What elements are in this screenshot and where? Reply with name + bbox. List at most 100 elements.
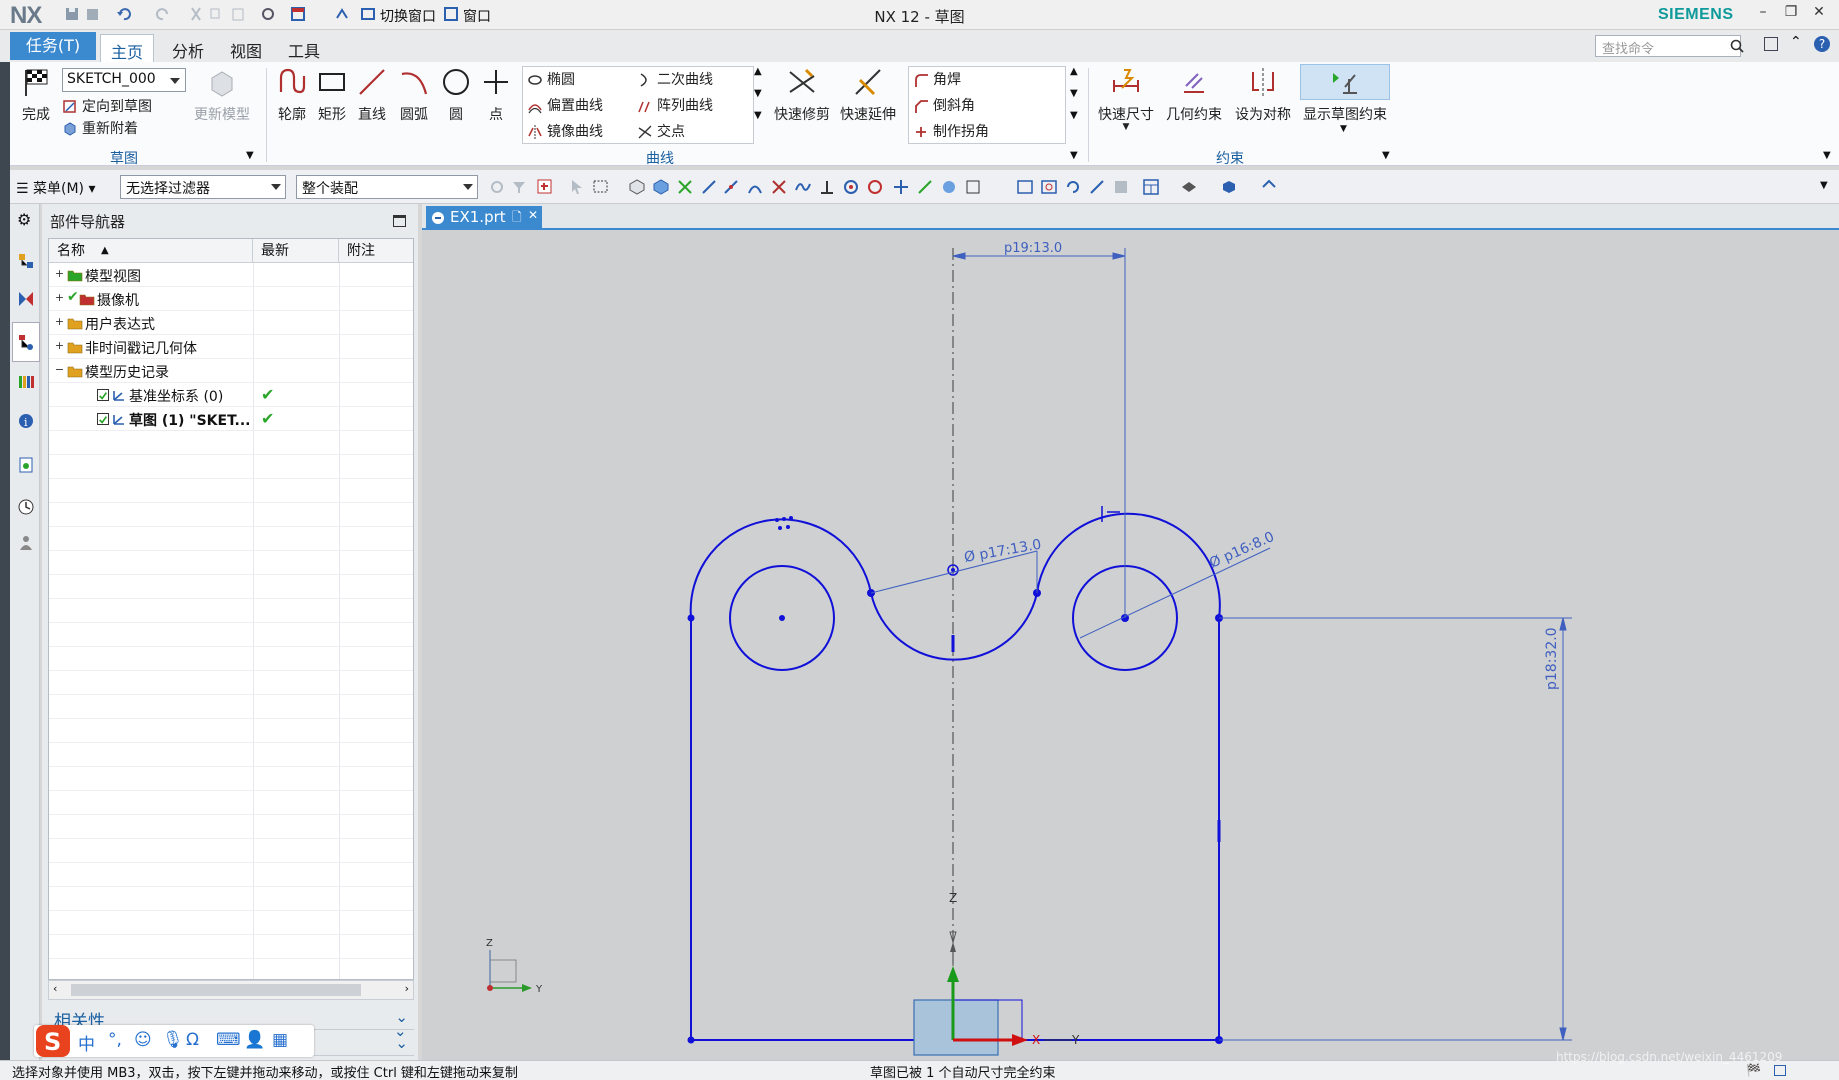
minimize-button[interactable]: –: [1752, 4, 1774, 24]
tab-tools[interactable]: 工具: [278, 34, 330, 62]
tab-task[interactable]: 任务(T): [10, 32, 96, 60]
sketch-name-select[interactable]: SKETCH_000: [62, 68, 186, 92]
fillet-button[interactable]: 角焊: [913, 69, 961, 91]
endpoint-icon[interactable]: [700, 178, 718, 196]
curve-snap-icon[interactable]: [794, 178, 812, 196]
symbol-icon[interactable]: Ω: [186, 1030, 199, 1050]
tree-row[interactable]: + 非时间戳记几何体: [49, 335, 413, 359]
restore-button[interactable]: ❐: [1780, 4, 1802, 24]
expand-toggle[interactable]: −: [54, 364, 65, 376]
emoji-icon[interactable]: ☺: [134, 1030, 152, 1050]
chamfer-button[interactable]: 倒斜角: [913, 95, 975, 117]
view-fit-icon[interactable]: [1016, 178, 1034, 196]
gallery-expand-icon[interactable]: ▼: [754, 110, 762, 121]
info-icon[interactable]: i: [17, 412, 35, 430]
quadrant-icon[interactable]: [866, 178, 884, 196]
point[interactable]: [779, 615, 785, 621]
selection-scope-select[interactable]: 整个装配: [296, 175, 478, 199]
make-corner-button[interactable]: 制作拐角: [913, 121, 989, 143]
sogou-logo-icon[interactable]: S: [34, 1023, 72, 1059]
offset-curve-button[interactable]: 偏置曲线: [527, 95, 603, 117]
collapse-ribbon-icon[interactable]: ⌃: [1790, 34, 1802, 50]
rendering-style-icon[interactable]: [1180, 178, 1198, 196]
ribbon-options-icon[interactable]: [1764, 37, 1778, 51]
snap-icon[interactable]: [676, 178, 694, 196]
point-on-face-icon[interactable]: [940, 178, 958, 196]
dimension-p16[interactable]: [1079, 547, 1271, 639]
window-icon[interactable]: [443, 6, 459, 22]
type-filter-select[interactable]: 无选择过滤器: [120, 175, 286, 199]
conic-button[interactable]: 二次曲线: [637, 69, 713, 91]
perpendicular-icon[interactable]: [818, 178, 836, 196]
cut-icon[interactable]: [188, 6, 204, 22]
line-button[interactable]: 直线: [352, 66, 392, 124]
intersection-point-button[interactable]: 交点: [637, 121, 685, 143]
point[interactable]: [687, 614, 695, 622]
shaded-icon[interactable]: [1220, 178, 1238, 196]
undo-icon[interactable]: [116, 6, 132, 22]
update-model-button[interactable]: 更新模型: [190, 66, 254, 124]
add-selection-icon[interactable]: [536, 178, 554, 196]
orient-view-icon[interactable]: [1112, 178, 1130, 196]
tree-row[interactable]: + ✔ 摄像机: [49, 287, 413, 311]
cursor-icon[interactable]: [568, 178, 586, 196]
arc-button[interactable]: 圆弧: [392, 66, 436, 124]
profile-button[interactable]: 轮廓: [272, 66, 312, 124]
chevron-down-icon[interactable]: ▼: [1340, 124, 1347, 134]
web-browser-icon[interactable]: [17, 456, 35, 474]
sketch-profile[interactable]: [689, 512, 1221, 1041]
rectangle-select-icon[interactable]: [592, 178, 610, 196]
point-button[interactable]: 点: [476, 66, 516, 124]
role-icon[interactable]: [17, 534, 35, 552]
filter-icon[interactable]: [510, 178, 528, 196]
dimension-p18[interactable]: [1219, 617, 1572, 1041]
tree-row[interactable]: 基准坐标系 (0) ✔: [49, 383, 413, 407]
select-face-icon[interactable]: [628, 178, 646, 196]
menu-button[interactable]: ☰ 菜单(M) ▾: [16, 178, 96, 198]
constraint-navigator-icon[interactable]: [17, 290, 35, 308]
dimension-p16-label[interactable]: Ø p16:8.0: [1207, 529, 1277, 572]
switch-window-icon[interactable]: [360, 6, 376, 22]
gallery-down-icon[interactable]: ▼: [754, 88, 762, 99]
scroll-right-icon[interactable]: ›: [405, 982, 409, 995]
command-search-input[interactable]: 查找命令: [1595, 35, 1741, 57]
rectangle-button[interactable]: 矩形: [312, 66, 352, 124]
rotate-icon[interactable]: [1064, 178, 1082, 196]
pan-icon[interactable]: [1088, 178, 1106, 196]
edit-section-icon[interactable]: [1260, 178, 1278, 196]
ime-mode[interactable]: 中: [78, 1030, 95, 1055]
visibility-checkbox[interactable]: [97, 389, 109, 401]
midpoint-icon[interactable]: [722, 178, 740, 196]
part-navigator-icon[interactable]: [12, 322, 40, 362]
ribbon-options-icon[interactable]: ▼: [1823, 150, 1831, 161]
rapid-dimension-button[interactable]: 快速尺寸 ▼: [1096, 66, 1156, 132]
quick-extend-button[interactable]: 快速延伸: [838, 66, 898, 124]
tree-row[interactable]: + 用户表达式: [49, 311, 413, 335]
column-name[interactable]: 名称 ▲: [49, 239, 253, 263]
orient-to-sketch-button[interactable]: 定向到草图: [62, 96, 152, 118]
gear-icon[interactable]: ⚙: [17, 210, 35, 229]
copy-icon[interactable]: [208, 6, 224, 22]
toolbox-icon[interactable]: ▦: [272, 1030, 288, 1050]
reuse-library-icon[interactable]: [17, 372, 35, 390]
show-sketch-constraints-button[interactable]: [1300, 64, 1390, 100]
microphone-icon[interactable]: 🎙: [162, 1030, 184, 1050]
document-tab[interactable]: EX1.prt 🗋 ✕: [426, 206, 542, 230]
control-point-icon[interactable]: [746, 178, 764, 196]
layout-icon[interactable]: [1142, 178, 1160, 196]
window-menu-button[interactable]: 窗口: [463, 6, 491, 26]
switch-window-button[interactable]: 切换窗口: [380, 6, 436, 26]
tree-row[interactable]: 草图 (1) "SKET... ✔: [49, 407, 413, 431]
tab-analysis[interactable]: 分析: [162, 34, 214, 62]
gallery-down-icon[interactable]: ▼: [1070, 88, 1078, 99]
chevron-down-icon[interactable]: ⌄: [394, 1022, 407, 1040]
gallery-expand-icon[interactable]: ▼: [1070, 110, 1078, 121]
make-symmetric-button[interactable]: 设为对称: [1232, 66, 1294, 124]
ime-punct[interactable]: °,: [108, 1030, 122, 1050]
expand-toggle[interactable]: +: [54, 292, 65, 304]
help-icon[interactable]: ?: [1814, 36, 1830, 52]
intersection-icon[interactable]: [770, 178, 788, 196]
dimension-p19-label[interactable]: p19:13.0: [1004, 241, 1062, 256]
visibility-checkbox[interactable]: [97, 413, 109, 425]
scroll-thumb[interactable]: [71, 984, 361, 996]
